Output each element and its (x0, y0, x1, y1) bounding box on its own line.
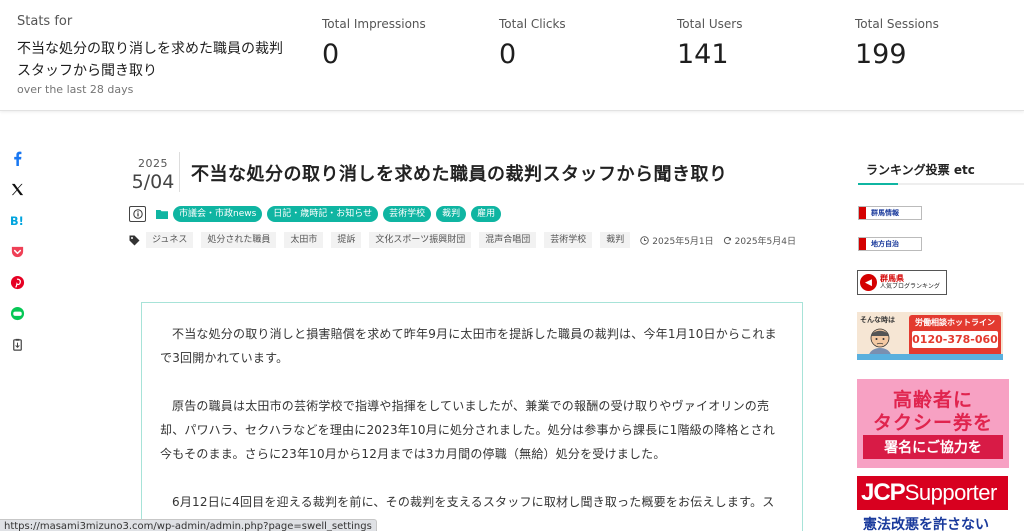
updated-date: 2025年5月4日 (723, 234, 796, 247)
hotline-phone: 0120-378-060 (912, 331, 998, 348)
sidebar-title: ランキング投票 etc (866, 163, 975, 177)
tag-link[interactable]: ジュネス (146, 232, 194, 248)
post-date: 2025 5/04 (128, 157, 178, 193)
hotline-panel: 労働相談ホットライン 0120-378-060 (909, 315, 1001, 357)
rank-banner-label: 地方自治 (871, 240, 899, 248)
hotline-title: 労働相談ホットライン (915, 318, 995, 327)
tag-link[interactable]: 裁判 (600, 232, 631, 248)
gunma-banner-text: 群馬県 人気ブログランキング (880, 273, 940, 291)
stat-sessions: Total Sessions 199 (855, 17, 939, 70)
content-paragraph: 原告の職員は太田市の芸術学校で指導や指揮をしていましたが、兼業での報酬の受け取り… (160, 399, 776, 461)
constitution-banner[interactable]: 憲法改悪を許さない (857, 514, 1008, 531)
hotline-footer-strip (857, 354, 1003, 360)
stats-post-title-line1: 不当な処分の取り消しを求めた職員の裁判 (17, 41, 283, 57)
published-date-text: 2025年5月1日 (652, 236, 714, 247)
share-buttons: B! (8, 150, 26, 368)
content-paragraph: 不当な処分の取り消しと損害賠償を求めて昨年9月に太田市を提訴した職員の裁判は、今… (160, 327, 777, 365)
status-bar-url: https://masami3mizuno3.com/wp-admin/admi… (0, 519, 377, 531)
jcp-logo-text: JCP (861, 479, 906, 506)
stats-post-title-line2: スタッフから聞き取り (17, 63, 157, 79)
svg-text:B!: B! (10, 215, 24, 228)
gunma-ranking-banner[interactable]: ◀ 群馬県 人気ブログランキング (857, 270, 947, 295)
category-link[interactable]: 裁判 (436, 206, 467, 222)
date-divider (179, 152, 180, 192)
rank-banner-label: 群馬情報 (871, 209, 899, 217)
rank-banner-gunma[interactable]: 群馬情報 (858, 206, 922, 220)
tag-link[interactable]: 処分された職員 (201, 232, 277, 248)
taxi-banner-line2: タクシー券を (872, 412, 993, 434)
stat-value: 0 (499, 39, 517, 70)
stat-value: 199 (855, 39, 907, 70)
tag-link[interactable]: 文化スポーツ振興財団 (369, 232, 472, 248)
category-link[interactable]: 市議会・市政news (173, 206, 263, 222)
pinterest-icon[interactable] (8, 275, 26, 293)
article-content: 不当な処分の取り消しと損害賠償を求めて昨年9月に太田市を提訴した職員の裁判は、今… (141, 302, 803, 531)
rank-banner-local[interactable]: 地方自治 (858, 237, 922, 251)
x-icon[interactable] (8, 182, 26, 200)
stat-label: Total Users (677, 17, 743, 31)
rank-marker (859, 238, 866, 250)
pocket-icon[interactable] (8, 244, 26, 262)
stats-period: over the last 28 days (17, 83, 134, 96)
hatena-bookmark-icon[interactable]: B! (8, 213, 26, 231)
folder-icon (156, 210, 168, 219)
rank-marker (859, 207, 866, 219)
tag-list: ジュネス 処分された職員 太田市 提訴 文化スポーツ振興財団 混声合唱団 芸術学… (129, 232, 796, 248)
category-link[interactable]: 雇用 (471, 206, 502, 222)
taxi-banner-cta: 署名にご協力を (863, 435, 1003, 459)
tag-link[interactable]: 混声合唱団 (479, 232, 537, 248)
category-list: 市議会・市政news 日記・歳時記・お知らせ 芸術学校 裁判 雇用 (129, 206, 506, 222)
stat-value: 141 (677, 39, 729, 70)
stat-label: Total Impressions (322, 17, 426, 31)
updated-date-text: 2025年5月4日 (734, 236, 797, 247)
stats-post-title: 不当な処分の取り消しを求めた職員の裁判 スタッフから聞き取り (17, 38, 307, 82)
hotline-illustration: そんな時は (857, 312, 907, 360)
tag-link[interactable]: 提訴 (331, 232, 362, 248)
category-link[interactable]: 芸術学校 (383, 206, 432, 222)
published-date: 2025年5月1日 (640, 234, 714, 247)
labor-hotline-banner[interactable]: そんな時は 労働相談ホットライン 0120-378-060 (857, 312, 1003, 360)
line-icon[interactable] (8, 306, 26, 324)
taxi-petition-banner[interactable]: 高齢者に タクシー券を 署名にご協力を (857, 379, 1009, 468)
article-title: 不当な処分の取り消しを求めた職員の裁判スタッフから聞き取り (191, 164, 728, 185)
stat-label: Total Sessions (855, 17, 939, 31)
tag-icon (129, 235, 140, 245)
stat-clicks: Total Clicks 0 (499, 17, 566, 70)
copy-link-icon[interactable] (8, 337, 26, 355)
gunma-banner-line1: 群馬県 (880, 273, 904, 283)
post-year: 2025 (138, 157, 168, 170)
sidebar-title-accent (858, 183, 898, 185)
clock-icon (640, 235, 650, 245)
stat-label: Total Clicks (499, 17, 566, 31)
ranking-logo-icon: ◀ (860, 274, 877, 291)
hotline-tagline: そんな時は (860, 316, 895, 324)
refresh-icon (723, 236, 731, 244)
stat-users: Total Users 141 (677, 17, 742, 70)
tag-link[interactable]: 太田市 (284, 232, 324, 248)
post-month-day: 5/04 (131, 171, 175, 193)
stat-value: 0 (322, 39, 340, 70)
jcp-supporter-banner[interactable]: JCP Supporter (857, 476, 1008, 510)
gunma-banner-line2: 人気ブログランキング (880, 282, 940, 290)
tag-link[interactable]: 芸術学校 (544, 232, 593, 248)
stats-title-block: Stats for 不当な処分の取り消しを求めた職員の裁判 スタッフから聞き取り… (17, 14, 307, 96)
jcp-supporter-text: Supporter (904, 480, 998, 505)
facebook-icon[interactable] (8, 151, 26, 169)
category-link[interactable]: 日記・歳時記・お知らせ (267, 206, 379, 222)
info-icon (129, 206, 146, 222)
stats-panel: Stats for 不当な処分の取り消しを求めた職員の裁判 スタッフから聞き取り… (0, 0, 1024, 111)
stat-impressions: Total Impressions 0 (322, 17, 426, 70)
stats-heading: Stats for (17, 14, 73, 29)
